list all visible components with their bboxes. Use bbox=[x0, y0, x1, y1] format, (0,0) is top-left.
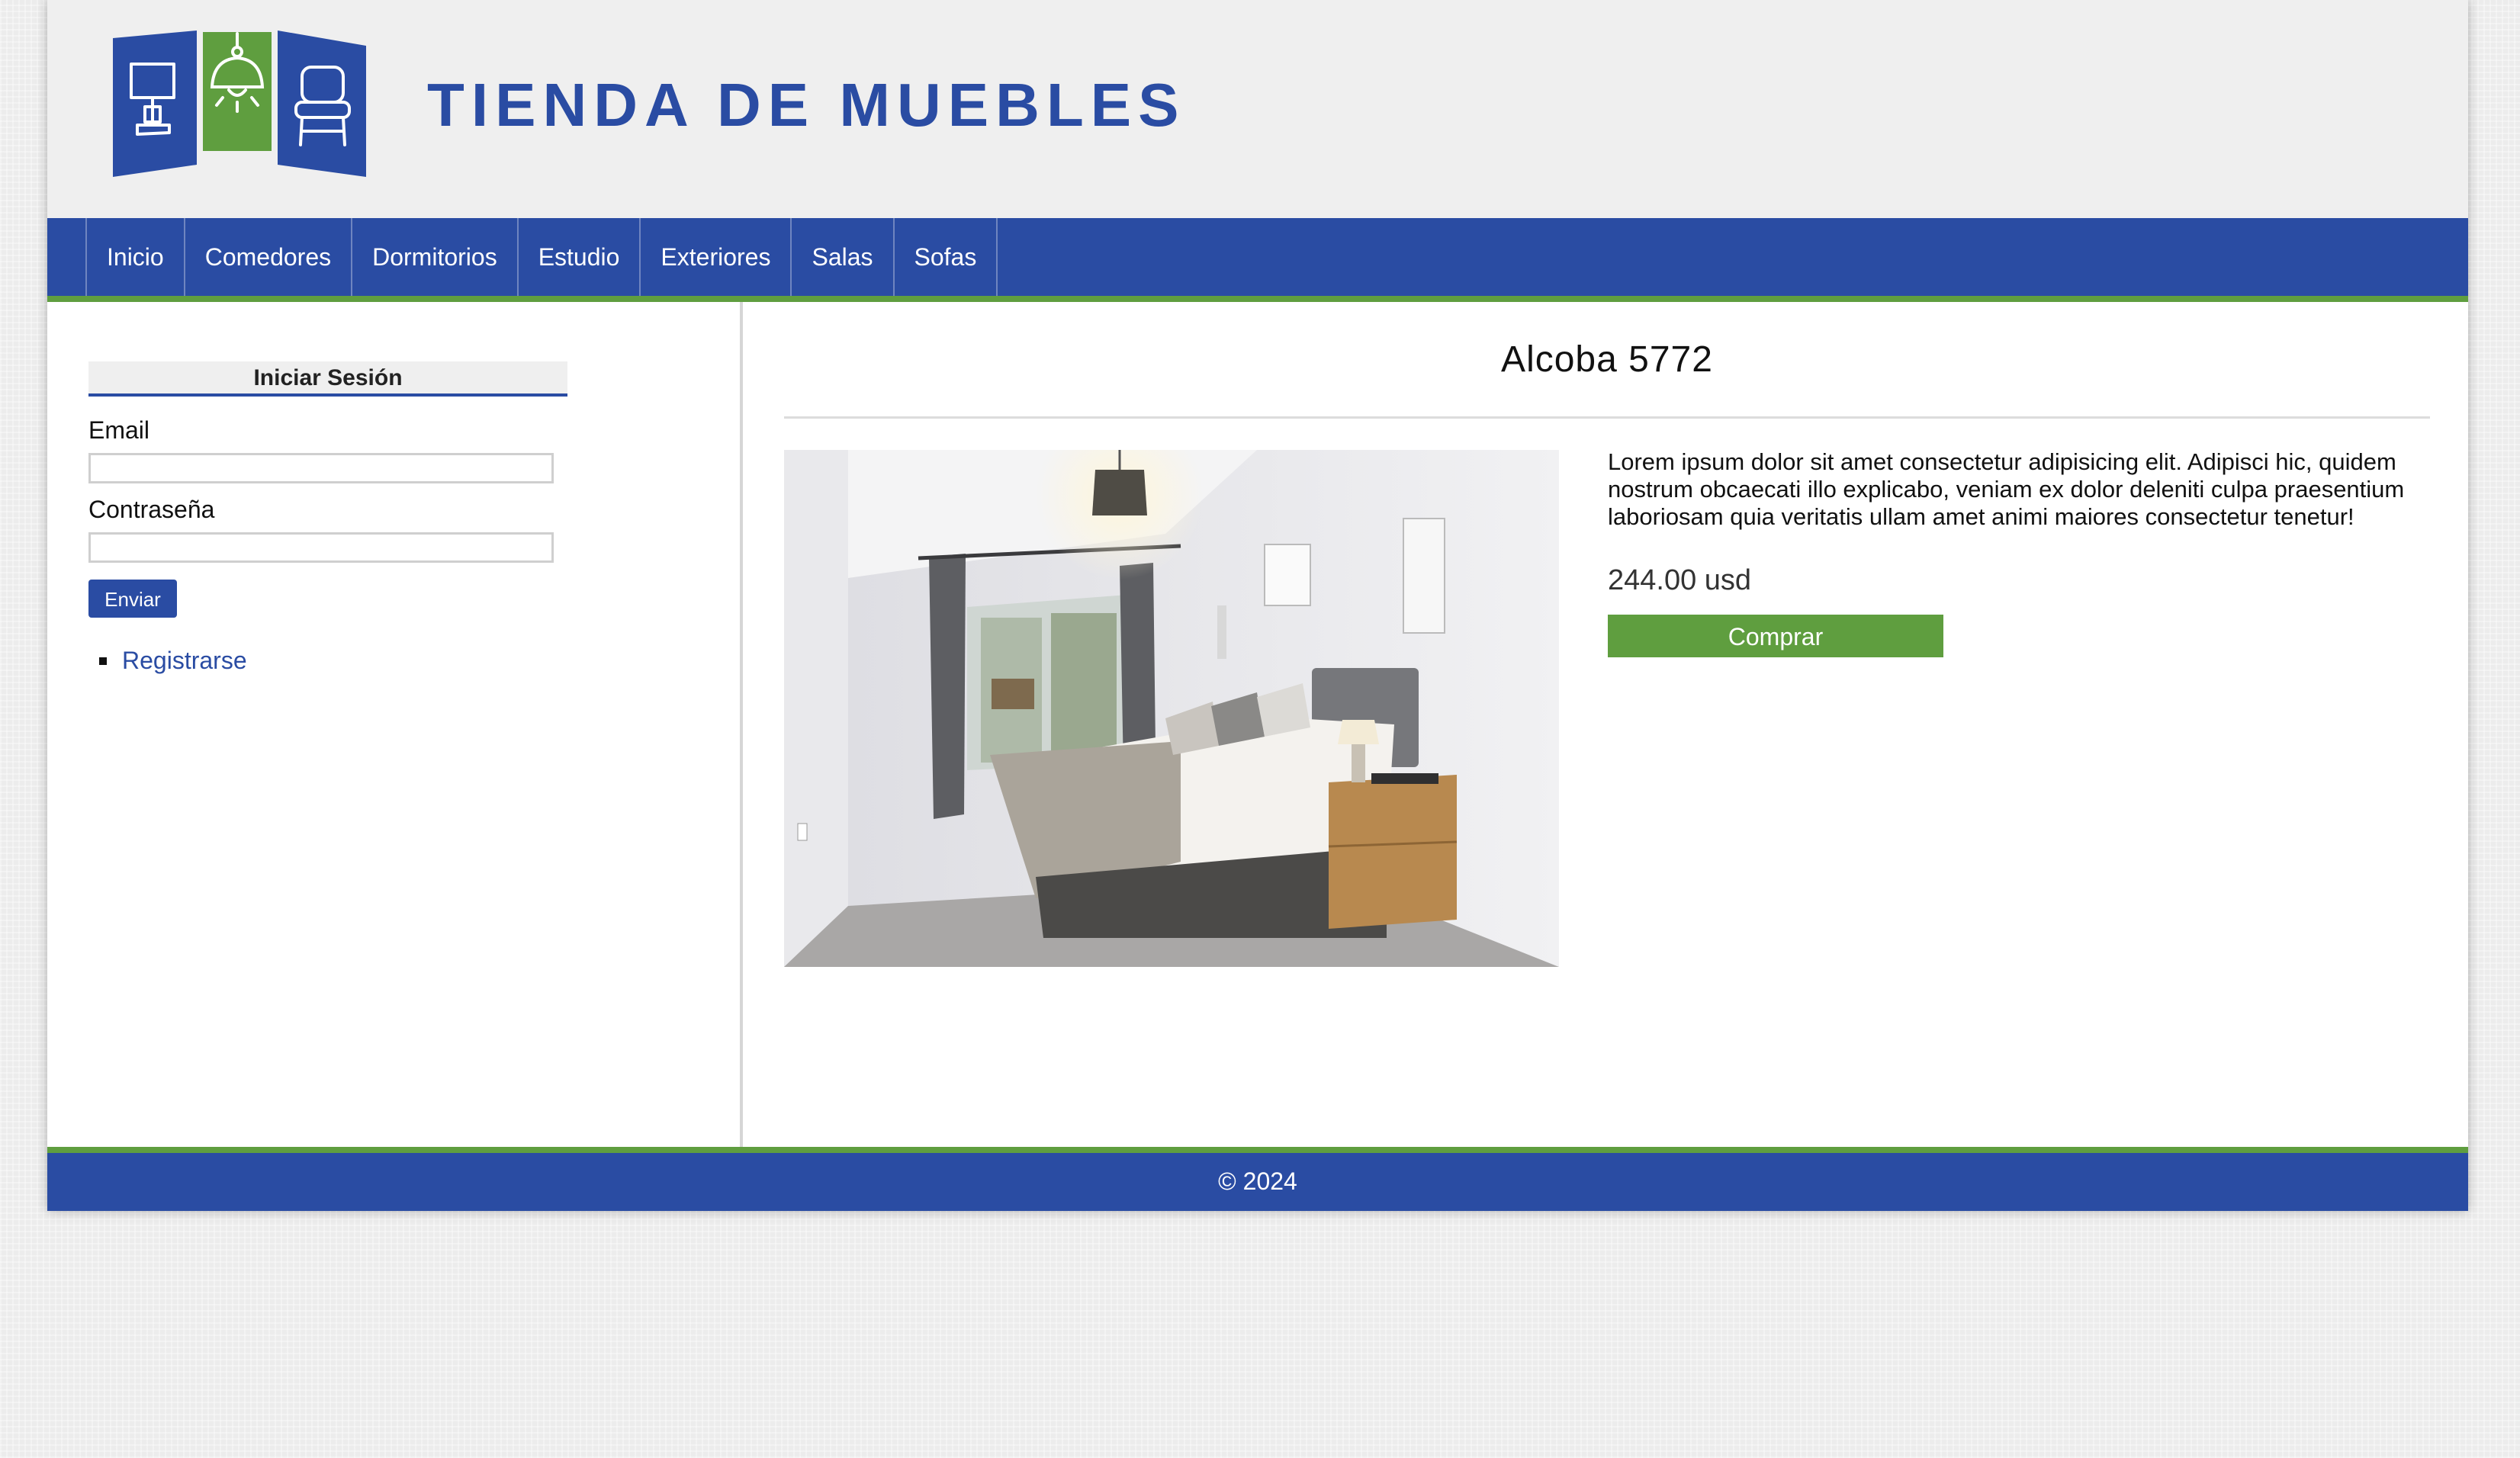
sidebar: Iniciar Sesión Email Contraseña Enviar R… bbox=[47, 302, 743, 1147]
product-description: Lorem ipsum dolor sit amet consectetur a… bbox=[1608, 448, 2405, 530]
password-field[interactable] bbox=[88, 532, 554, 563]
product-image bbox=[784, 450, 1559, 967]
footer-copyright: © 2024 bbox=[1218, 1167, 1297, 1195]
nav-item-estudio[interactable]: Estudio bbox=[516, 218, 640, 296]
email-label: Email bbox=[88, 416, 150, 444]
site-logo[interactable] bbox=[110, 31, 372, 177]
bullet-icon bbox=[99, 657, 107, 665]
login-heading: Iniciar Sesión bbox=[88, 361, 567, 397]
email-field[interactable] bbox=[88, 453, 554, 483]
product-title: Alcoba 5772 bbox=[1501, 339, 1713, 380]
site-header: TIENDA DE MUEBLES bbox=[47, 0, 2468, 218]
submit-button[interactable]: Enviar bbox=[88, 580, 177, 618]
nav-item-inicio[interactable]: Inicio bbox=[85, 218, 184, 296]
nav-item-sofas[interactable]: Sofas bbox=[892, 218, 998, 296]
nav-list: Inicio Comedores Dormitorios Estudio Ext… bbox=[85, 218, 2468, 296]
nav-item-exteriores[interactable]: Exteriores bbox=[639, 218, 790, 296]
list-item: Registrarse bbox=[99, 647, 247, 675]
site-title: TIENDA DE MUEBLES bbox=[427, 71, 1186, 139]
buy-button[interactable]: Comprar bbox=[1608, 615, 1943, 657]
password-label: Contraseña bbox=[88, 496, 215, 523]
product-price: 244.00 usd bbox=[1608, 564, 1752, 596]
main-content: Alcoba 5772 Lorem ipsum dolor sit amet c… bbox=[743, 302, 2468, 1147]
page-container: TIENDA DE MUEBLES Inicio Comedores Dormi… bbox=[47, 0, 2468, 1211]
site-footer: © 2024 bbox=[47, 1147, 2468, 1211]
register-list: Registrarse bbox=[99, 647, 247, 675]
nav-item-comedores[interactable]: Comedores bbox=[183, 218, 351, 296]
title-divider bbox=[784, 416, 2430, 419]
main-navbar: Inicio Comedores Dormitorios Estudio Ext… bbox=[47, 218, 2468, 302]
nav-item-salas[interactable]: Salas bbox=[790, 218, 892, 296]
nav-item-dormitorios[interactable]: Dormitorios bbox=[351, 218, 517, 296]
register-link[interactable]: Registrarse bbox=[122, 647, 247, 675]
